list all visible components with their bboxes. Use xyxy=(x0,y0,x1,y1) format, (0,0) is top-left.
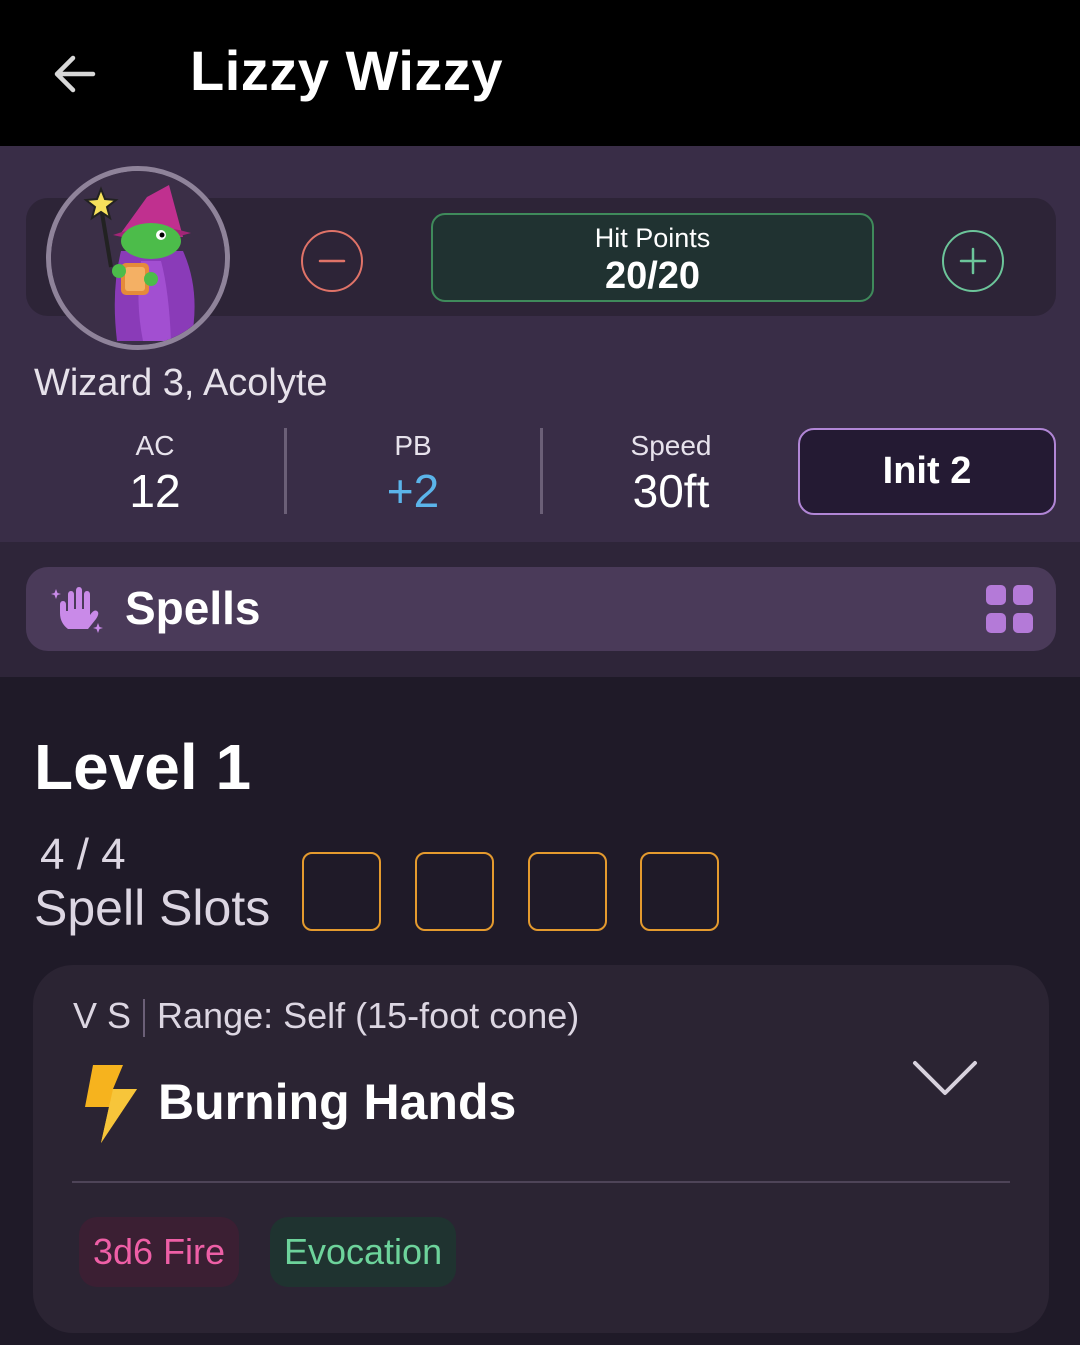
chevron-down-icon[interactable] xyxy=(909,1057,981,1103)
wizard-lizard-avatar xyxy=(51,171,225,345)
increase-hp-button[interactable] xyxy=(942,230,1004,292)
page-title: Lizzy Wizzy xyxy=(190,39,504,102)
spell-slot-checkbox[interactable] xyxy=(415,852,494,931)
back-button[interactable] xyxy=(44,44,104,104)
hit-points-label: Hit Points xyxy=(594,223,711,253)
plus-circle-icon xyxy=(959,247,987,275)
stat-value: 12 xyxy=(129,465,181,517)
hit-points-value: 20/20 xyxy=(604,255,701,297)
speed-stat: Speed 30ft xyxy=(596,430,746,518)
spells-section-header[interactable]: Spells xyxy=(26,567,1056,651)
hit-points-display[interactable]: Hit Points 20/20 xyxy=(431,213,874,302)
spell-slot-checkbox[interactable] xyxy=(640,852,719,931)
section-title: Spells xyxy=(125,582,261,634)
spell-name: Burning Hands xyxy=(158,1074,517,1130)
armor-class-stat: AC 12 xyxy=(90,430,220,518)
class-subtitle: Wizard 3, Acolyte xyxy=(34,362,328,404)
stat-label: Speed xyxy=(630,430,712,461)
decrease-hp-button[interactable] xyxy=(301,230,363,292)
initiative-button[interactable]: Init 2 xyxy=(798,428,1056,515)
spell-slot-checkbox[interactable] xyxy=(302,852,381,931)
card-divider xyxy=(72,1181,1010,1183)
section-bar-wrapper: Spells xyxy=(0,542,1080,677)
minus-circle-icon xyxy=(318,259,346,263)
grid-view-icon[interactable] xyxy=(986,585,1034,633)
spell-meta: V S Range: Self (15-foot cone) xyxy=(73,995,580,1038)
damage-tag: 3d6 Fire xyxy=(79,1217,240,1287)
stat-label: PB xyxy=(394,430,432,461)
stat-divider xyxy=(540,428,543,514)
stat-value: 30ft xyxy=(632,465,710,517)
spell-range: Range: Self (15-foot cone) xyxy=(157,995,580,1036)
spell-components: V S xyxy=(73,995,132,1036)
avatar[interactable] xyxy=(46,166,230,350)
spell-slot-count: 4 / 4 xyxy=(40,830,126,879)
lightning-bolt-icon xyxy=(85,1065,137,1143)
stat-divider xyxy=(284,428,287,514)
proficiency-bonus-stat: PB +2 xyxy=(348,430,478,518)
spell-slot-label: Spell Slots xyxy=(34,880,271,936)
spell-level-title: Level 1 xyxy=(34,731,252,803)
school-tag: Evocation xyxy=(270,1217,457,1287)
spell-card[interactable]: V S Range: Self (15-foot cone) Burning Ha… xyxy=(33,965,1049,1333)
app-bar: Lizzy Wizzy xyxy=(0,0,1080,146)
meta-separator xyxy=(143,999,146,1038)
arrow-left-icon xyxy=(54,55,96,93)
stat-label: AC xyxy=(135,430,175,461)
magic-hand-icon xyxy=(51,587,103,633)
spell-slot-checkbox[interactable] xyxy=(528,852,607,931)
stat-value: +2 xyxy=(386,465,440,517)
